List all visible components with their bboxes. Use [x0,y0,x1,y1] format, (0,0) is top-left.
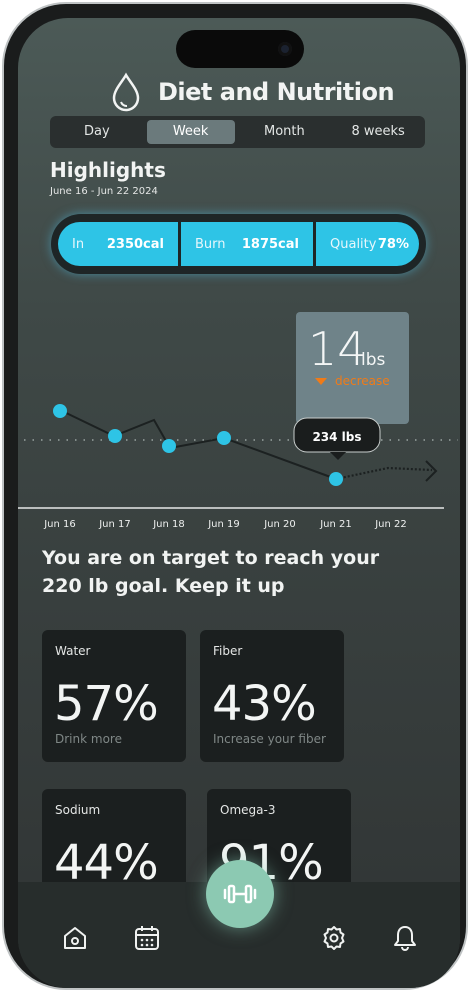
stat-in-value: 2350cal [106,236,164,252]
tab-month[interactable]: Month [240,120,328,144]
page-title: Diet and Nutrition [158,78,395,106]
gear-icon[interactable] [320,924,348,952]
calendar-icon[interactable] [133,924,161,952]
dynamic-island [176,30,304,68]
stat-quality-value: 78% [377,236,409,252]
stat-burn-value: 1875cal [241,236,299,252]
goal-message: You are on target to reach your 220 lb g… [42,547,380,597]
card-label: Fiber [213,644,243,658]
camera-icon [278,42,292,56]
phone-frame: Diet and Nutrition Day Week Month 8 week… [2,2,468,990]
data-point[interactable] [217,431,231,445]
bell-icon[interactable] [391,924,419,952]
stat-quality-label: Quality [330,236,377,252]
dumbbell-icon [223,884,257,904]
home-icon[interactable] [61,924,89,952]
x-tick-label: Jun 17 [98,519,131,530]
highlights-title: Highlights [50,158,166,182]
weight-line [59,409,337,480]
tooltip-label: 234 lbs [312,430,361,444]
tab-8-weeks[interactable]: 8 weeks [334,120,422,144]
weight-chart: 14 lbs decrease 234 lbs Jun 16 Jun 17 Ju… [18,312,458,530]
tab-week[interactable]: Week [146,120,235,144]
highlights-date: June 16 - Jun 22 2024 [50,186,158,197]
stats-pill: In 2350cal Burn 1875cal Quality 78% [51,214,426,274]
x-tick-label: Jun 21 [319,519,352,530]
card-subtitle: Drink more [55,732,122,746]
weight-change-value: 14 [308,322,367,376]
card-label: Omega-3 [220,803,276,817]
fiber-card[interactable]: Fiber 43% Increase your fiber [200,630,344,762]
card-label: Water [55,644,91,658]
card-subtitle: Increase your fiber [213,732,326,746]
water-card[interactable]: Water 57% Drink more [42,630,186,762]
x-tick-labels: Jun 16 Jun 17 Jun 18 Jun 19 Jun 20 Jun 2… [43,519,407,530]
range-tabs: Day Week Month 8 weeks [50,116,425,148]
tab-day[interactable]: Day [53,120,141,144]
data-point[interactable] [329,472,343,486]
header: Diet and Nutrition [110,70,395,114]
x-tick-label: Jun 22 [374,519,407,530]
stat-burn[interactable]: Burn 1875cal [181,222,313,266]
weight-change-trend: decrease [335,374,390,388]
water-drop-icon [112,72,140,112]
x-tick-label: Jun 18 [152,519,185,530]
weight-change-unit: lbs [361,350,386,370]
stat-in-label: In [72,236,85,252]
app-screen: Diet and Nutrition Day Week Month 8 week… [18,18,460,988]
x-tick-label: Jun 16 [43,519,76,530]
stat-in[interactable]: In 2350cal [58,222,178,266]
x-tick-label: Jun 20 [263,519,296,530]
projection-line [335,466,433,481]
stat-burn-label: Burn [195,236,226,252]
workout-button[interactable] [206,860,274,928]
card-value: 43% [212,676,317,732]
stat-quality[interactable]: Quality 78% [316,222,419,266]
card-value: 57% [54,676,159,732]
data-point[interactable] [108,429,122,443]
card-label: Sodium [55,803,101,817]
tooltip-pointer [330,452,346,460]
data-point[interactable] [53,404,67,418]
x-tick-label: Jun 19 [207,519,240,530]
data-point[interactable] [162,439,176,453]
